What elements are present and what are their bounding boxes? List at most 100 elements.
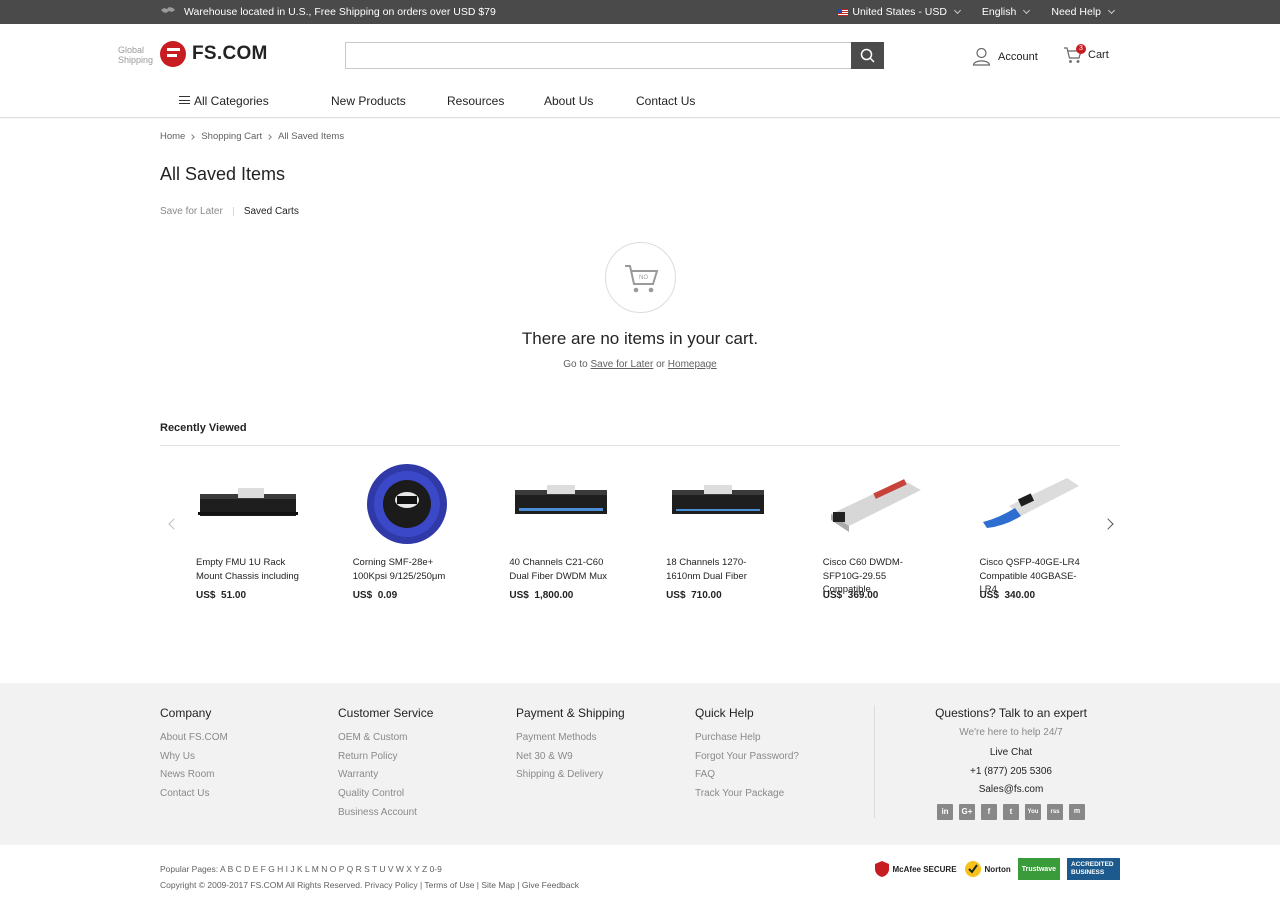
- youtube-icon[interactable]: You: [1025, 803, 1041, 820]
- expert-contact: Questions? Talk to an expert We're here …: [900, 706, 1122, 820]
- logo-link[interactable]: FS.COM: [160, 41, 268, 67]
- product-card[interactable]: Corning SMF-28e+ 100Kpsi 9/125/250μm US$…: [353, 456, 510, 606]
- homepage-link[interactable]: Homepage: [668, 359, 717, 370]
- product-name[interactable]: Corning SMF-28e+ 100Kpsi 9/125/250μm: [353, 556, 463, 583]
- language-label: English: [981, 6, 1017, 18]
- dwdm-mux-image[interactable]: [509, 456, 613, 548]
- footer-link[interactable]: Track Your Package: [695, 785, 799, 804]
- linkedin-icon[interactable]: in: [937, 803, 953, 820]
- product-card[interactable]: 18 Channels 1270-1610nm Dual Fiber US$ 7…: [666, 456, 823, 606]
- chevron-down-icon: [1107, 6, 1116, 15]
- breadcrumb: Home Shopping Cart All Saved Items: [160, 131, 344, 142]
- chevron-right-icon: [189, 133, 196, 140]
- footer-heading: Customer Service: [338, 706, 434, 720]
- live-chat-link[interactable]: Live Chat: [900, 744, 1122, 763]
- rack-chassis-image[interactable]: [196, 456, 300, 548]
- fiber-spool-image[interactable]: [353, 456, 457, 548]
- help-label: Need Help: [1051, 6, 1101, 18]
- footer-bottom: Popular Pages: A B C D E F G H I J K L M…: [160, 861, 579, 893]
- nav-new-products[interactable]: New Products: [331, 94, 406, 108]
- nav-resources[interactable]: Resources: [447, 94, 504, 108]
- footer-link[interactable]: Forgot Your Password?: [695, 748, 799, 767]
- nav-all-categories[interactable]: All Categories: [179, 94, 269, 108]
- phone-number: +1 (877) 205 5306: [969, 765, 1052, 777]
- region-label: United States - USD: [852, 6, 947, 18]
- tab-saved-carts[interactable]: Saved Carts: [244, 206, 299, 217]
- empty-prefix: Go to: [563, 359, 588, 370]
- product-name[interactable]: 18 Channels 1270-1610nm Dual Fiber: [666, 556, 776, 583]
- language-selector[interactable]: English: [981, 6, 1031, 18]
- footer-link[interactable]: OEM & Custom: [338, 729, 433, 748]
- trustwave-badge[interactable]: Trustwave: [1017, 858, 1060, 880]
- facebook-icon[interactable]: f: [981, 803, 997, 820]
- sfp-module-image[interactable]: [823, 456, 927, 548]
- chevron-down-icon: [1023, 6, 1031, 15]
- mcafee-badge[interactable]: McAfee SECURE: [874, 858, 957, 880]
- footer-payment-shipping: Payment & Shipping Payment Methods Net 3…: [516, 706, 625, 785]
- nav-contact-us[interactable]: Contact Us: [636, 94, 695, 108]
- main-nav: All Categories New Products Resources Ab…: [0, 86, 1280, 118]
- footer-heading: Company: [160, 706, 212, 720]
- cwdm-mux-image[interactable]: [666, 456, 770, 548]
- twitter-icon[interactable]: t: [1003, 803, 1019, 820]
- chevron-right-icon: [266, 133, 272, 140]
- footer-link[interactable]: Warranty: [338, 766, 433, 785]
- help-menu[interactable]: Need Help: [1051, 6, 1116, 18]
- footer-heading: Payment & Shipping: [516, 706, 625, 720]
- product-card[interactable]: Cisco C60 DWDM-SFP10G-29.55 Compatible U…: [823, 456, 980, 606]
- footer-link[interactable]: Why Us: [160, 748, 228, 767]
- empty-cart-links: Go to Save for Later or Homepage: [0, 359, 1280, 370]
- footer-link[interactable]: Return Policy: [338, 748, 433, 767]
- user-icon: [972, 47, 991, 66]
- chevron-down-icon: [953, 6, 961, 15]
- globe-icon: [160, 6, 176, 18]
- search-icon: [860, 48, 875, 63]
- product-price: US$ 51.00: [196, 590, 247, 601]
- footer-link[interactable]: About FS.COM: [160, 729, 228, 748]
- product-price: US$ 710.00: [666, 590, 722, 601]
- footer-link[interactable]: Contact Us: [160, 785, 228, 804]
- footer-link[interactable]: Net 30 & W9: [516, 748, 625, 767]
- region-selector[interactable]: United States - USD: [838, 6, 961, 18]
- footer-link[interactable]: Quality Control: [338, 785, 433, 804]
- trust-badges: McAfee SECURE Norton Trustwave ACCREDITE…: [874, 858, 1120, 880]
- cart-link[interactable]: 3 Cart: [1063, 44, 1109, 64]
- search-input[interactable]: [346, 43, 851, 68]
- account-link[interactable]: Account: [972, 47, 1038, 66]
- rss-icon[interactable]: rss: [1047, 803, 1063, 820]
- footer-link[interactable]: Business Account: [338, 804, 433, 823]
- mobile-icon[interactable]: m: [1069, 803, 1085, 820]
- footer-link[interactable]: Shipping & Delivery: [516, 766, 625, 785]
- tab-save-for-later[interactable]: Save for Later: [160, 206, 223, 217]
- bbb-badge[interactable]: ACCREDITED BUSINESS: [1067, 858, 1120, 880]
- footer-link[interactable]: Payment Methods: [516, 729, 625, 748]
- norton-badge[interactable]: Norton: [964, 858, 1011, 880]
- footer-divider: [874, 705, 875, 818]
- product-card[interactable]: Cisco QSFP-40GE-LR4 Compatible 40GBASE-L…: [979, 456, 1136, 606]
- product-name[interactable]: 40 Channels C21-C60 Dual Fiber DWDM Mux: [509, 556, 619, 583]
- save-for-later-link[interactable]: Save for Later: [591, 359, 654, 370]
- breadcrumb-shopping-cart[interactable]: Shopping Cart: [201, 131, 262, 142]
- nav-about-us[interactable]: About Us: [544, 94, 593, 108]
- cart-label: Cart: [1088, 49, 1109, 61]
- footer-link[interactable]: News Room: [160, 766, 228, 785]
- product-card[interactable]: 40 Channels C21-C60 Dual Fiber DWDM Mux …: [509, 456, 666, 606]
- google-plus-icon[interactable]: G+: [959, 803, 975, 820]
- page-title: All Saved Items: [160, 164, 286, 184]
- breadcrumb-home[interactable]: Home: [160, 131, 185, 142]
- footer-link[interactable]: FAQ: [695, 766, 799, 785]
- product-price: US$ 1,800.00: [509, 590, 574, 601]
- email-link[interactable]: Sales@fs.com: [900, 781, 1122, 800]
- footer-link[interactable]: Purchase Help: [695, 729, 799, 748]
- popular-pages[interactable]: Popular Pages: A B C D E F G H I J K L M…: [160, 861, 579, 877]
- product-card[interactable]: Empty FMU 1U Rack Mount Chassis includin…: [196, 456, 353, 606]
- social-links: in G+ f t You rss m: [900, 803, 1122, 820]
- footer-heading: Quick Help: [695, 706, 754, 720]
- product-price: US$ 0.09: [352, 590, 398, 601]
- carousel-prev-button[interactable]: [168, 518, 180, 530]
- qsfp-module-image[interactable]: [979, 456, 1083, 548]
- shipping-notice-text: Warehouse located in U.S., Free Shipping…: [184, 6, 496, 18]
- shipping-notice: Warehouse located in U.S., Free Shipping…: [160, 0, 496, 24]
- product-name[interactable]: Empty FMU 1U Rack Mount Chassis includin…: [196, 556, 306, 583]
- search-button[interactable]: [851, 42, 884, 69]
